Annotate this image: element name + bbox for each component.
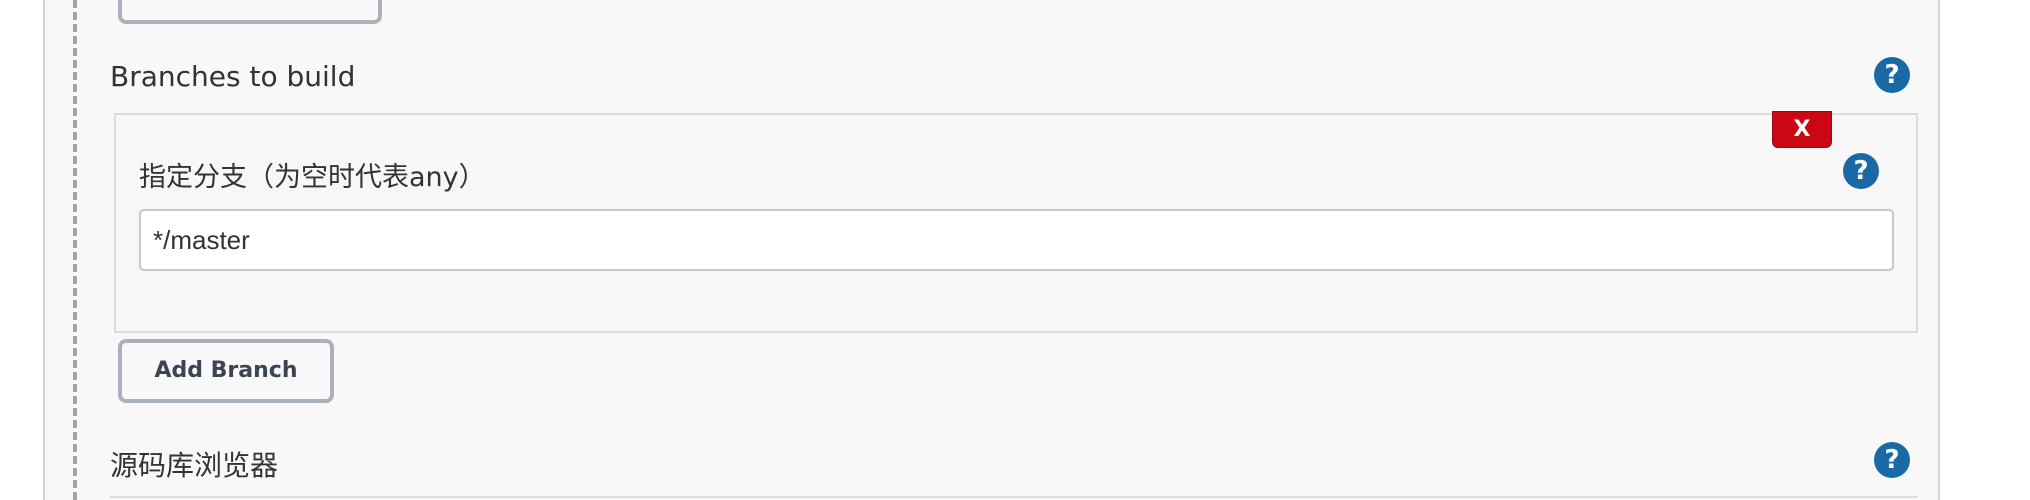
delete-branch-button[interactable]: X xyxy=(1772,111,1832,148)
branch-specifier-label: 指定分支（为空时代表any） xyxy=(139,162,486,193)
branch-specifier-input[interactable]: */master xyxy=(139,209,1894,271)
repository-browser-select-edge[interactable] xyxy=(110,496,1918,500)
repository-browser-label: 源码库浏览器 xyxy=(110,449,279,482)
help-icon[interactable]: ? xyxy=(1874,57,1910,93)
branch-specifier-help-icon[interactable]: ? xyxy=(1843,153,1879,189)
repository-browser-help-icon[interactable]: ? xyxy=(1874,442,1910,478)
section-dashed-guide xyxy=(73,0,77,500)
add-branch-button[interactable]: Add Branch xyxy=(118,339,334,403)
branches-to-build-label: Branches to build xyxy=(110,60,356,93)
page: Branches to build ? X 指定分支（为空时代表any） ? *… xyxy=(0,0,2030,500)
previous-section-button[interactable] xyxy=(118,0,382,24)
